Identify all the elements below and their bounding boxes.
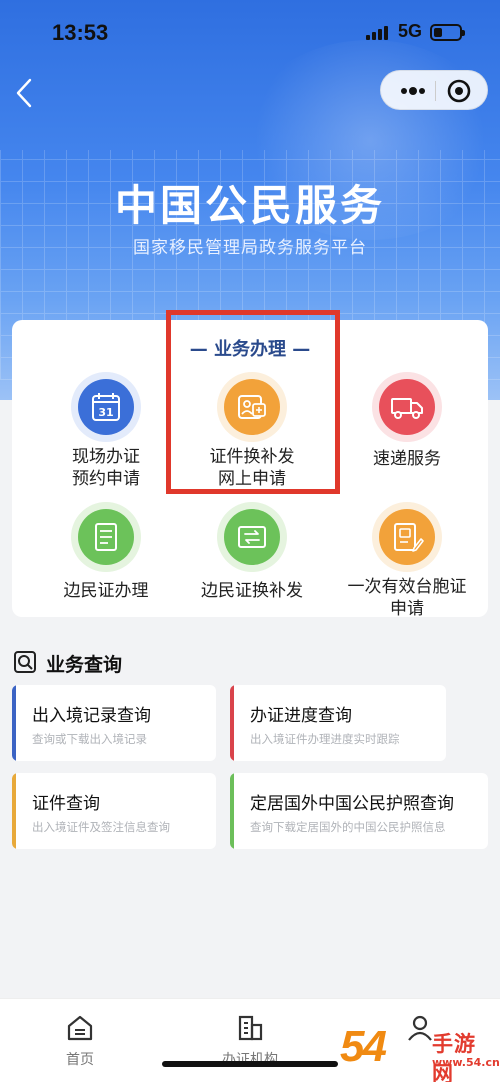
service-express-delivery[interactable]: 速递服务 bbox=[332, 372, 482, 470]
network-type: 5G bbox=[398, 21, 423, 41]
query-title: 证件查询 bbox=[32, 794, 100, 814]
status-bar: 13:53 5G bbox=[0, 0, 500, 66]
service-icon-circle bbox=[372, 502, 442, 572]
service-label: 一次有效台胞证 申请 bbox=[347, 577, 467, 619]
highlight-box bbox=[166, 310, 340, 494]
page-subtitle: 国家移民管理局政务服务平台 bbox=[133, 238, 367, 258]
close-mini-program-button[interactable] bbox=[445, 77, 473, 105]
edit-doc-icon bbox=[394, 523, 424, 552]
query-overseas-passport[interactable]: 定居国外中国公民护照查询 查询下载定居国外的中国公民护照信息 bbox=[230, 773, 488, 849]
query-description: 查询下载定居国外的中国公民护照信息 bbox=[250, 820, 446, 834]
target-icon bbox=[447, 79, 471, 103]
mini-program-capsule bbox=[380, 70, 488, 110]
query-title: 出入境记录查询 bbox=[32, 706, 151, 726]
query-description: 出入境证件办理进度实时跟踪 bbox=[250, 732, 400, 746]
watermark-logo: 54 手游网 www.54.cn bbox=[340, 1022, 500, 1082]
home-icon bbox=[67, 1015, 93, 1041]
service-label: 边民证办理 bbox=[63, 581, 149, 601]
service-icon-circle bbox=[217, 502, 287, 572]
battery-icon bbox=[430, 24, 465, 41]
service-border-permit-replacement[interactable]: 边民证换补发 bbox=[177, 502, 327, 602]
watermark-number: 54 bbox=[340, 1022, 387, 1071]
signal-icon bbox=[366, 26, 392, 40]
tab-label: 首页 bbox=[66, 1052, 94, 1068]
home-indicator bbox=[162, 1061, 338, 1067]
service-label: 现场办证 预约申请 bbox=[72, 447, 140, 489]
document-icon bbox=[95, 523, 117, 551]
tab-home[interactable]: 首页 bbox=[40, 1013, 120, 1069]
watermark-url: www.54.cn bbox=[432, 1056, 500, 1069]
more-button[interactable] bbox=[395, 80, 431, 102]
service-label: 边民证换补发 bbox=[201, 581, 303, 601]
service-border-permit[interactable]: 边民证办理 bbox=[31, 502, 181, 602]
magnifier-icon bbox=[14, 651, 36, 673]
query-description: 出入境证件及签注信息查询 bbox=[32, 820, 170, 834]
service-icon-circle bbox=[372, 372, 442, 442]
watermark-brand: 手游网 bbox=[432, 1032, 476, 1082]
more-dots-icon bbox=[401, 87, 425, 95]
service-onsite-appointment[interactable]: 31 现场办证 预约申请 bbox=[31, 372, 181, 490]
svg-text:31: 31 bbox=[98, 406, 113, 419]
page-title: 中国公民服务 bbox=[114, 181, 385, 230]
card-swap-icon bbox=[238, 526, 266, 548]
capsule-divider bbox=[435, 81, 436, 101]
status-time: 13:53 bbox=[52, 20, 109, 45]
query-certificate[interactable]: 证件查询 出入境证件及签注信息查询 bbox=[12, 773, 216, 849]
accent-bar bbox=[12, 773, 16, 849]
truck-icon bbox=[391, 398, 423, 419]
service-icon-circle: 31 bbox=[71, 372, 141, 442]
service-taiwan-compatriot-permit[interactable]: 一次有效台胞证 申请 bbox=[332, 502, 482, 620]
query-title: 定居国外中国公民护照查询 bbox=[250, 794, 454, 814]
service-label: 速递服务 bbox=[373, 449, 441, 469]
query-description: 查询或下载出入境记录 bbox=[32, 732, 147, 746]
back-button[interactable] bbox=[10, 76, 40, 110]
chevron-left-icon bbox=[16, 78, 32, 108]
query-entry-exit-records[interactable]: 出入境记录查询 查询或下载出入境记录 bbox=[12, 685, 216, 761]
query-section-title: 业务查询 bbox=[46, 654, 123, 676]
service-icon-circle bbox=[71, 502, 141, 572]
query-application-progress[interactable]: 办证进度查询 出入境证件办理进度实时跟踪 bbox=[230, 685, 446, 761]
query-title: 办证进度查询 bbox=[250, 706, 352, 726]
building-icon bbox=[238, 1015, 263, 1041]
accent-bar bbox=[12, 685, 16, 761]
accent-bar bbox=[230, 773, 234, 849]
accent-bar bbox=[230, 685, 234, 761]
calendar-icon: 31 bbox=[92, 393, 120, 421]
